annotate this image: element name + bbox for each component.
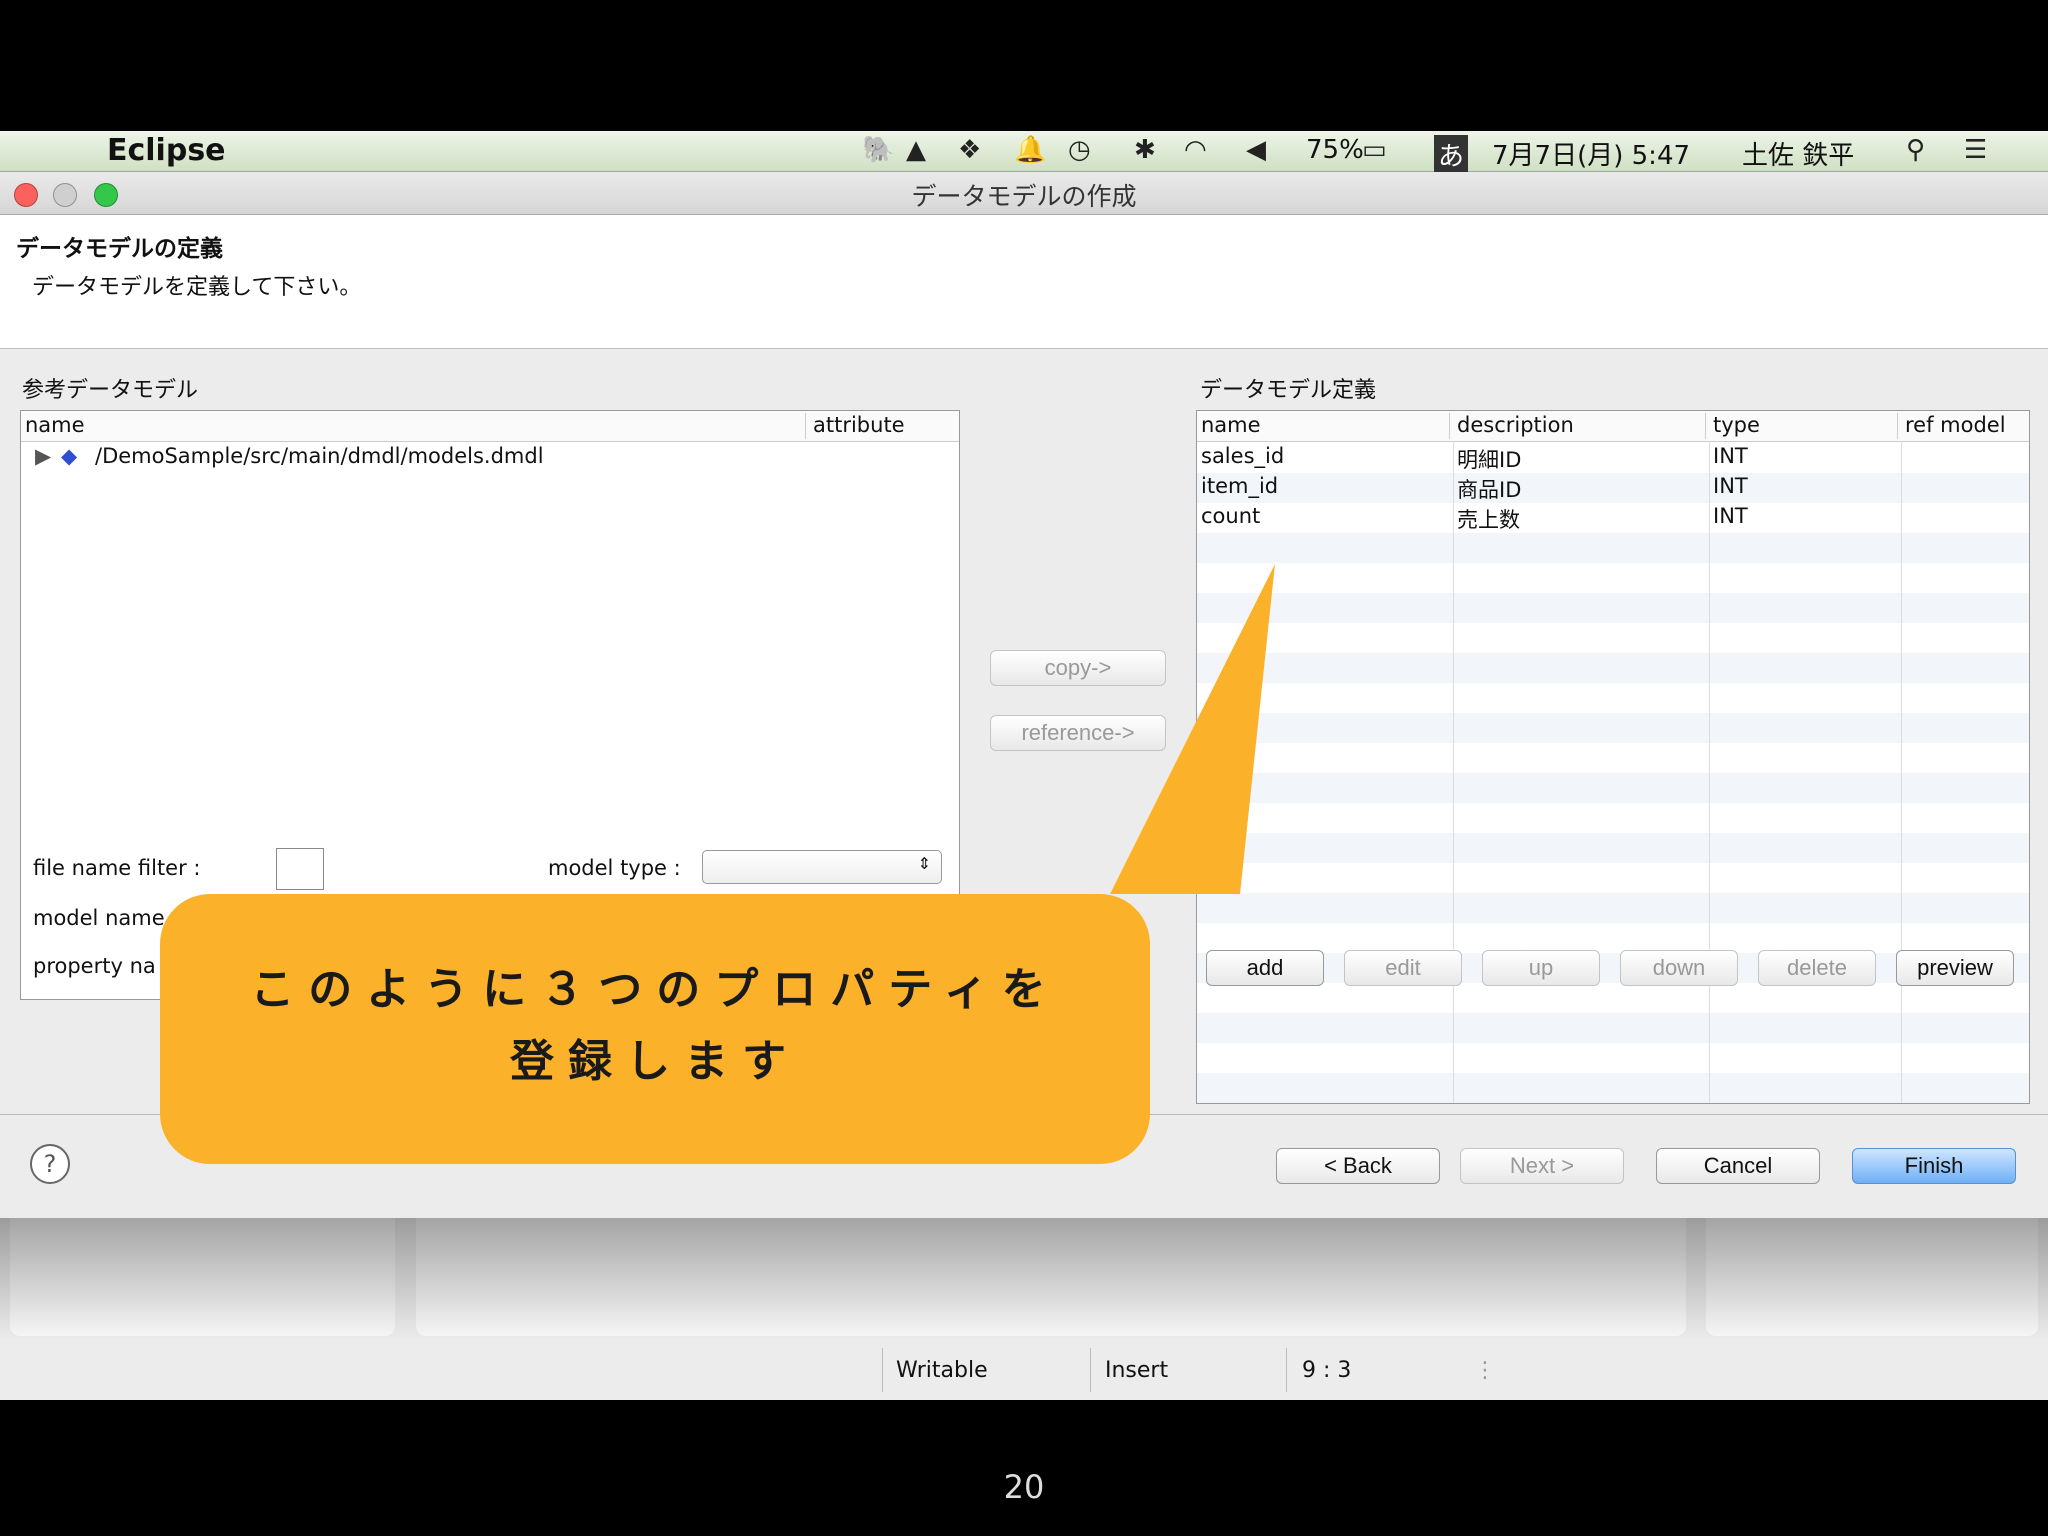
cell-name: sales_id — [1201, 444, 1285, 468]
reference-model-label: 参考データモデル — [22, 378, 199, 403]
select-arrows-icon: ⇕ — [917, 854, 931, 873]
cell-type: INT — [1713, 444, 1748, 468]
status-cursor-position: 9 : 3 — [1302, 1358, 1352, 1383]
cell-name: count — [1201, 504, 1261, 528]
finish-button[interactable]: Finish — [1852, 1148, 2016, 1184]
empty-row — [1197, 893, 2029, 923]
callout-text: このように３つのプロパティを 登録します — [160, 954, 1150, 1098]
status-grip-icon[interactable]: ⋮ — [1474, 1358, 1496, 1383]
notification-center-icon[interactable]: ☰ — [1964, 135, 1987, 165]
cell-type: INT — [1713, 474, 1748, 498]
status-bar: Writable Insert 9 : 3 ⋮ — [0, 1340, 2048, 1400]
callout-pointer — [1110, 564, 1275, 894]
status-separator — [1090, 1348, 1091, 1392]
table-header: name description type ref model — [1197, 411, 2029, 442]
callout-line-1: このように３つのプロパティを — [250, 964, 1060, 1015]
empty-row — [1197, 533, 2029, 563]
empty-row — [1197, 1013, 2029, 1043]
help-icon[interactable]: ? — [30, 1144, 70, 1184]
evernote-icon[interactable]: 🐘 — [862, 135, 894, 165]
menu-bar: Eclipse 🐘 ▲ ❖ 🔔 ◷ ✱ ◠ ◀ 75% ▭ あ 7月7日(月) … — [0, 131, 2048, 174]
empty-row — [1197, 773, 2029, 803]
column-header-type[interactable]: type — [1709, 413, 1898, 439]
up-button[interactable]: up — [1482, 950, 1600, 986]
column-divider — [1453, 441, 1454, 1103]
empty-row — [1197, 833, 2029, 863]
background-pane — [416, 1218, 1686, 1336]
property-name-filter-label: property na — [33, 954, 156, 978]
cell-description: 売上数 — [1457, 508, 1520, 532]
dmdl-file-icon: ◆ — [61, 444, 78, 468]
cell-type: INT — [1713, 504, 1748, 528]
spotlight-search-icon[interactable]: ⚲ — [1906, 135, 1925, 165]
background-pane — [1706, 1218, 2038, 1336]
model-name-filter-label: model name — [33, 906, 165, 930]
column-header-description[interactable]: description — [1453, 413, 1706, 439]
expand-arrow-icon[interactable]: ▶ — [31, 444, 51, 468]
input-mode-indicator[interactable]: あ — [1434, 135, 1469, 174]
wizard-header: データモデルの定義 データモデルを定義して下さい。 — [0, 215, 2048, 349]
status-writable: Writable — [896, 1358, 988, 1383]
cell-description: 明細ID — [1457, 448, 1522, 472]
cell-name: item_id — [1201, 474, 1279, 498]
wizard-description: データモデルを定義して下さい。 — [32, 275, 362, 300]
cell-description: 商品ID — [1457, 478, 1522, 502]
empty-row — [1197, 1073, 2029, 1103]
time-machine-icon[interactable]: ◷ — [1068, 135, 1091, 165]
callout-line-2: 登録します — [510, 1036, 800, 1087]
tree-item-label: /DemoSample/src/main/dmdl/models.dmdl — [95, 444, 544, 468]
column-header-attribute[interactable]: attribute — [809, 413, 953, 439]
status-insert-mode: Insert — [1105, 1358, 1169, 1383]
delete-button[interactable]: delete — [1758, 950, 1876, 986]
table-row[interactable]: sales_id 明細ID INT — [1197, 443, 2029, 473]
column-header-name[interactable]: name — [21, 413, 806, 439]
file-name-filter-input[interactable] — [276, 848, 324, 890]
battery-percent: 75% — [1306, 135, 1364, 165]
window-title: データモデルの作成 — [911, 182, 1137, 211]
slide-page-number: 20 — [1003, 1468, 1045, 1506]
app-name[interactable]: Eclipse — [107, 133, 226, 168]
column-header-name[interactable]: name — [1197, 413, 1450, 439]
file-name-filter-label: file name filter : — [33, 856, 201, 880]
table-header: name attribute — [21, 411, 959, 442]
eclipse-background — [0, 1218, 2048, 1340]
add-button[interactable]: add — [1206, 950, 1324, 986]
empty-row — [1197, 653, 2029, 683]
status-separator — [882, 1348, 883, 1392]
battery-icon[interactable]: ▭ — [1362, 135, 1387, 165]
back-button[interactable]: < Back — [1276, 1148, 1440, 1184]
wizard-title: データモデルの定義 — [16, 236, 223, 262]
preview-button[interactable]: preview — [1896, 950, 2014, 986]
empty-row — [1197, 713, 2029, 743]
clock[interactable]: 7月7日(月) 5:47 — [1492, 135, 1690, 172]
data-model-definition-label: データモデル定義 — [1200, 378, 1377, 403]
dropbox-icon[interactable]: ❖ — [958, 135, 981, 165]
edit-button[interactable]: edit — [1344, 950, 1462, 986]
data-model-definition-table[interactable]: name description type ref model sales_id… — [1196, 410, 2030, 1104]
cancel-button[interactable]: Cancel — [1656, 1148, 1820, 1184]
table-row[interactable]: item_id 商品ID INT — [1197, 473, 2029, 503]
column-divider — [1709, 441, 1710, 1103]
title-bar: データモデルの作成 — [0, 172, 2048, 215]
user-name[interactable]: 土佐 鉄平 — [1742, 135, 1854, 172]
column-header-ref-model[interactable]: ref model — [1901, 413, 2029, 439]
empty-row — [1197, 593, 2029, 623]
volume-icon[interactable]: ◀ — [1246, 135, 1266, 165]
drive-icon[interactable]: ▲ — [906, 135, 926, 165]
bluetooth-icon[interactable]: ✱ — [1134, 135, 1156, 165]
notification-icon[interactable]: 🔔 — [1014, 135, 1046, 165]
callout-bubble: このように３つのプロパティを 登録します — [160, 894, 1150, 1164]
down-button[interactable]: down — [1620, 950, 1738, 986]
column-divider — [1901, 441, 1902, 1103]
wifi-icon[interactable]: ◠ — [1184, 135, 1207, 165]
model-type-label: model type : — [548, 856, 681, 880]
background-pane — [10, 1218, 395, 1336]
model-type-select[interactable]: ⇕ — [702, 850, 942, 884]
callout-pointer-shape — [1110, 564, 1275, 894]
tree-item[interactable]: ▶ ◆ /DemoSample/src/main/dmdl/models.dmd… — [21, 443, 959, 473]
table-row[interactable]: count 売上数 INT — [1197, 503, 2029, 533]
status-separator — [1286, 1348, 1287, 1392]
next-button[interactable]: Next > — [1460, 1148, 1624, 1184]
